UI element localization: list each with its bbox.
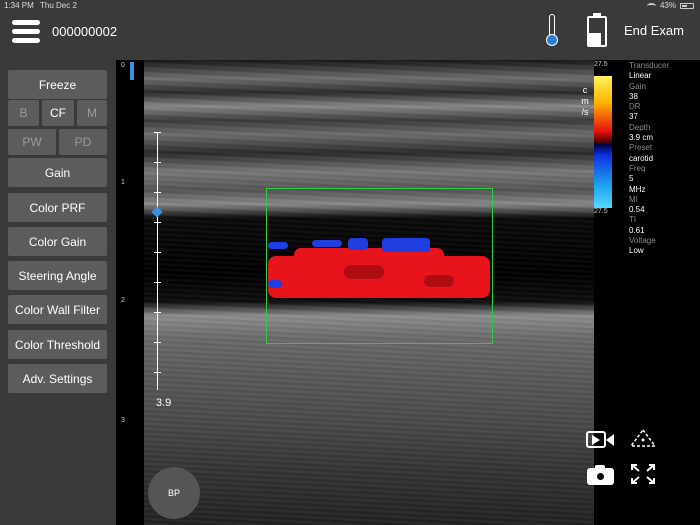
- param-value: 38: [629, 91, 638, 101]
- param-key: Depth: [629, 122, 651, 132]
- gain-button[interactable]: Gain: [8, 158, 107, 187]
- depth-value-label: 3.9: [156, 397, 172, 409]
- param-key: MI: [629, 194, 638, 204]
- unit-s: /s: [581, 107, 589, 117]
- focus-tick: [154, 162, 161, 163]
- depth-label-1: 1: [121, 179, 125, 186]
- depth-label-3: 3: [121, 417, 125, 424]
- param-key: Gain: [629, 81, 646, 91]
- status-bar: 1:34 PM Thu Dec 2 43%: [0, 0, 700, 12]
- color-threshold-button[interactable]: Color Threshold: [8, 330, 107, 359]
- color-gain-button[interactable]: Color Gain: [8, 227, 107, 256]
- steering-angle-button[interactable]: Steering Angle: [8, 261, 107, 290]
- param-value: 5 MHz: [629, 174, 646, 194]
- focus-tick: [154, 192, 161, 193]
- depth-ruler: 0 1 2 3: [116, 60, 144, 525]
- battery-percent: 43%: [659, 1, 676, 10]
- param-key: Freq: [629, 163, 646, 173]
- param-key: Preset: [629, 143, 653, 153]
- depth-label-2: 2: [121, 297, 125, 304]
- param-value: 3.9 cm: [629, 133, 654, 143]
- param-value: 0.54: [629, 205, 645, 215]
- focus-scale: [157, 132, 158, 390]
- param-value: carotid: [629, 153, 654, 163]
- control-panel: Freeze B CF M PW PD Gain Color PRF Color…: [0, 60, 116, 525]
- thermometer-icon[interactable]: [545, 14, 559, 46]
- focus-tick: [154, 342, 161, 343]
- color-prf-button[interactable]: Color PRF: [8, 193, 107, 222]
- video-record-icon[interactable]: [586, 427, 616, 451]
- param-value: 37: [629, 112, 638, 122]
- camera-icon[interactable]: [586, 462, 616, 486]
- wifi-icon: [646, 2, 656, 9]
- param-key: Transducer: [629, 61, 670, 70]
- mode-m-button[interactable]: M: [77, 100, 107, 126]
- menu-icon[interactable]: [12, 20, 40, 46]
- info-panel: 27.5 27.5 c m /s Transducer Linear Gain …: [581, 60, 700, 525]
- param-value: 0.61: [629, 225, 645, 235]
- depth-label-0: 0: [121, 62, 125, 69]
- focus-tick: [154, 132, 161, 133]
- focus-marker[interactable]: [151, 206, 163, 218]
- focus-tick: [154, 312, 161, 313]
- color-roi-box[interactable]: [266, 188, 493, 344]
- depth-indicator: [130, 62, 134, 80]
- imaging-parameters: Transducer Linear Gain 38 DR 37 Depth 3.…: [629, 61, 669, 257]
- orientation-icon[interactable]: [628, 427, 658, 451]
- param-value: Low: [629, 246, 644, 256]
- mode-pd-button[interactable]: PD: [59, 129, 107, 155]
- battery-icon: [587, 13, 607, 47]
- app-header: 000000002 End Exam: [0, 12, 700, 60]
- status-date: Thu Dec 2: [40, 1, 77, 10]
- param-value: Linear: [629, 71, 652, 81]
- mode-pw-button[interactable]: PW: [8, 129, 56, 155]
- color-scale-min: 27.5: [594, 208, 608, 215]
- color-scale-max: 27.5: [594, 61, 608, 68]
- unit-c: c: [582, 85, 588, 95]
- bp-button[interactable]: BP: [148, 467, 200, 519]
- status-time: 1:34 PM: [4, 1, 34, 10]
- focus-tick: [154, 252, 161, 253]
- mode-b-button[interactable]: B: [8, 100, 39, 126]
- color-scale-unit: c m /s: [580, 85, 590, 118]
- color-scale-bar: [594, 76, 612, 208]
- focus-tick: [154, 282, 161, 283]
- focus-tick: [154, 222, 161, 223]
- mode-cf-button[interactable]: CF: [42, 100, 74, 126]
- patient-id: 000000002: [52, 24, 118, 39]
- end-exam-button[interactable]: End Exam: [624, 23, 684, 38]
- focus-tick: [154, 372, 161, 373]
- param-key: DR: [629, 102, 641, 112]
- param-key: TI: [629, 215, 637, 225]
- param-key: Voltage: [629, 236, 656, 246]
- unit-m: m: [581, 96, 589, 106]
- adv-settings-button[interactable]: Adv. Settings: [8, 364, 107, 393]
- ultrasound-image[interactable]: 3.9: [144, 60, 594, 525]
- color-wall-filter-button[interactable]: Color Wall Filter: [8, 295, 107, 324]
- freeze-button[interactable]: Freeze: [8, 70, 107, 99]
- status-battery-icon: [680, 2, 694, 9]
- fullscreen-icon[interactable]: [628, 462, 658, 486]
